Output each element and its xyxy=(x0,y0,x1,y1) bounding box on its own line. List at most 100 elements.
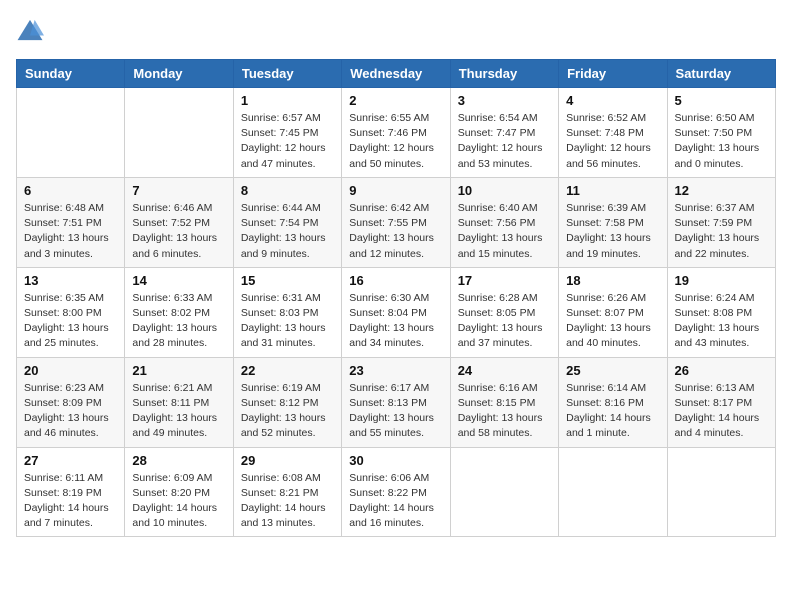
calendar-cell: 16 Sunrise: 6:30 AM Sunset: 8:04 PM Dayli… xyxy=(342,267,450,357)
day-number: 12 xyxy=(675,183,768,198)
day-detail: Sunrise: 6:39 AM Sunset: 7:58 PM Dayligh… xyxy=(566,201,659,262)
calendar-cell xyxy=(667,447,775,537)
day-number: 9 xyxy=(349,183,442,198)
calendar-cell: 12 Sunrise: 6:37 AM Sunset: 7:59 PM Dayli… xyxy=(667,177,775,267)
calendar-cell: 28 Sunrise: 6:09 AM Sunset: 8:20 PM Dayli… xyxy=(125,447,233,537)
day-detail: Sunrise: 6:17 AM Sunset: 8:13 PM Dayligh… xyxy=(349,381,442,442)
calendar-cell: 15Sunrise: 6:31 AM Sunset: 8:03 PM Dayli… xyxy=(233,267,341,357)
day-number: 14 xyxy=(132,273,225,288)
calendar-week-row: 13Sunrise: 6:35 AM Sunset: 8:00 PM Dayli… xyxy=(17,267,776,357)
calendar-cell: 26 Sunrise: 6:13 AM Sunset: 8:17 PM Dayli… xyxy=(667,357,775,447)
weekday-header-saturday: Saturday xyxy=(667,60,775,88)
calendar-cell: 7 Sunrise: 6:46 AM Sunset: 7:52 PM Daylig… xyxy=(125,177,233,267)
day-detail: Sunrise: 6:30 AM Sunset: 8:04 PM Dayligh… xyxy=(349,291,442,352)
calendar-week-row: 6 Sunrise: 6:48 AM Sunset: 7:51 PM Daylig… xyxy=(17,177,776,267)
calendar-cell: 4 Sunrise: 6:52 AM Sunset: 7:48 PM Daylig… xyxy=(559,88,667,178)
calendar-cell xyxy=(559,447,667,537)
calendar-cell: 8 Sunrise: 6:44 AM Sunset: 7:54 PM Daylig… xyxy=(233,177,341,267)
calendar-cell: 25Sunrise: 6:14 AM Sunset: 8:16 PM Dayli… xyxy=(559,357,667,447)
day-number: 18 xyxy=(566,273,659,288)
day-number: 23 xyxy=(349,363,442,378)
calendar-cell: 19 Sunrise: 6:24 AM Sunset: 8:08 PM Dayli… xyxy=(667,267,775,357)
calendar-cell: 23 Sunrise: 6:17 AM Sunset: 8:13 PM Dayli… xyxy=(342,357,450,447)
day-detail: Sunrise: 6:19 AM Sunset: 8:12 PM Dayligh… xyxy=(241,381,334,442)
day-number: 26 xyxy=(675,363,768,378)
day-number: 5 xyxy=(675,93,768,108)
day-detail: Sunrise: 6:37 AM Sunset: 7:59 PM Dayligh… xyxy=(675,201,768,262)
calendar-cell xyxy=(125,88,233,178)
day-detail: Sunrise: 6:24 AM Sunset: 8:08 PM Dayligh… xyxy=(675,291,768,352)
weekday-header-sunday: Sunday xyxy=(17,60,125,88)
weekday-header-thursday: Thursday xyxy=(450,60,558,88)
day-detail: Sunrise: 6:52 AM Sunset: 7:48 PM Dayligh… xyxy=(566,111,659,172)
page-header xyxy=(16,16,776,47)
day-number: 4 xyxy=(566,93,659,108)
day-detail: Sunrise: 6:21 AM Sunset: 8:11 PM Dayligh… xyxy=(132,381,225,442)
calendar-cell: 30Sunrise: 6:06 AM Sunset: 8:22 PM Dayli… xyxy=(342,447,450,537)
day-number: 15 xyxy=(241,273,334,288)
calendar-cell: 2 Sunrise: 6:55 AM Sunset: 7:46 PM Daylig… xyxy=(342,88,450,178)
day-number: 3 xyxy=(458,93,551,108)
day-detail: Sunrise: 6:28 AM Sunset: 8:05 PM Dayligh… xyxy=(458,291,551,352)
day-detail: Sunrise: 6:44 AM Sunset: 7:54 PM Dayligh… xyxy=(241,201,334,262)
calendar-week-row: 27Sunrise: 6:11 AM Sunset: 8:19 PM Dayli… xyxy=(17,447,776,537)
weekday-header-row: SundayMondayTuesdayWednesdayThursdayFrid… xyxy=(17,60,776,88)
day-number: 8 xyxy=(241,183,334,198)
day-number: 7 xyxy=(132,183,225,198)
day-number: 21 xyxy=(132,363,225,378)
logo-icon xyxy=(16,18,44,42)
calendar-cell: 3 Sunrise: 6:54 AM Sunset: 7:47 PM Daylig… xyxy=(450,88,558,178)
day-number: 11 xyxy=(566,183,659,198)
calendar-cell: 24 Sunrise: 6:16 AM Sunset: 8:15 PM Dayli… xyxy=(450,357,558,447)
day-detail: Sunrise: 6:26 AM Sunset: 8:07 PM Dayligh… xyxy=(566,291,659,352)
day-number: 20 xyxy=(24,363,117,378)
calendar-cell: 18 Sunrise: 6:26 AM Sunset: 8:07 PM Dayli… xyxy=(559,267,667,357)
day-number: 1 xyxy=(241,93,334,108)
calendar-week-row: 1 Sunrise: 6:57 AM Sunset: 7:45 PM Daylig… xyxy=(17,88,776,178)
day-number: 27 xyxy=(24,453,117,468)
day-number: 29 xyxy=(241,453,334,468)
day-detail: Sunrise: 6:14 AM Sunset: 8:16 PM Dayligh… xyxy=(566,381,659,442)
day-detail: Sunrise: 6:50 AM Sunset: 7:50 PM Dayligh… xyxy=(675,111,768,172)
day-number: 22 xyxy=(241,363,334,378)
day-detail: Sunrise: 6:08 AM Sunset: 8:21 PM Dayligh… xyxy=(241,471,334,532)
day-number: 2 xyxy=(349,93,442,108)
day-number: 24 xyxy=(458,363,551,378)
weekday-header-friday: Friday xyxy=(559,60,667,88)
calendar-cell: 10 Sunrise: 6:40 AM Sunset: 7:56 PM Dayli… xyxy=(450,177,558,267)
day-detail: Sunrise: 6:13 AM Sunset: 8:17 PM Dayligh… xyxy=(675,381,768,442)
day-detail: Sunrise: 6:33 AM Sunset: 8:02 PM Dayligh… xyxy=(132,291,225,352)
day-detail: Sunrise: 6:40 AM Sunset: 7:56 PM Dayligh… xyxy=(458,201,551,262)
day-detail: Sunrise: 6:57 AM Sunset: 7:45 PM Dayligh… xyxy=(241,111,334,172)
calendar-table: SundayMondayTuesdayWednesdayThursdayFrid… xyxy=(16,59,776,537)
calendar-cell xyxy=(17,88,125,178)
calendar-cell: 29 Sunrise: 6:08 AM Sunset: 8:21 PM Dayli… xyxy=(233,447,341,537)
day-number: 16 xyxy=(349,273,442,288)
day-number: 28 xyxy=(132,453,225,468)
day-detail: Sunrise: 6:23 AM Sunset: 8:09 PM Dayligh… xyxy=(24,381,117,442)
day-detail: Sunrise: 6:46 AM Sunset: 7:52 PM Dayligh… xyxy=(132,201,225,262)
day-number: 10 xyxy=(458,183,551,198)
calendar-cell: 20 Sunrise: 6:23 AM Sunset: 8:09 PM Dayli… xyxy=(17,357,125,447)
day-detail: Sunrise: 6:16 AM Sunset: 8:15 PM Dayligh… xyxy=(458,381,551,442)
calendar-cell: 1 Sunrise: 6:57 AM Sunset: 7:45 PM Daylig… xyxy=(233,88,341,178)
calendar-cell: 27Sunrise: 6:11 AM Sunset: 8:19 PM Dayli… xyxy=(17,447,125,537)
day-number: 30 xyxy=(349,453,442,468)
day-detail: Sunrise: 6:48 AM Sunset: 7:51 PM Dayligh… xyxy=(24,201,117,262)
calendar-cell: 11 Sunrise: 6:39 AM Sunset: 7:58 PM Dayli… xyxy=(559,177,667,267)
day-detail: Sunrise: 6:09 AM Sunset: 8:20 PM Dayligh… xyxy=(132,471,225,532)
calendar-cell: 13Sunrise: 6:35 AM Sunset: 8:00 PM Dayli… xyxy=(17,267,125,357)
calendar-cell: 21 Sunrise: 6:21 AM Sunset: 8:11 PM Dayli… xyxy=(125,357,233,447)
logo xyxy=(16,16,46,47)
day-number: 19 xyxy=(675,273,768,288)
calendar-cell: 9 Sunrise: 6:42 AM Sunset: 7:55 PM Daylig… xyxy=(342,177,450,267)
day-number: 13 xyxy=(24,273,117,288)
calendar-cell: 6 Sunrise: 6:48 AM Sunset: 7:51 PM Daylig… xyxy=(17,177,125,267)
calendar-cell: 5 Sunrise: 6:50 AM Sunset: 7:50 PM Daylig… xyxy=(667,88,775,178)
day-detail: Sunrise: 6:42 AM Sunset: 7:55 PM Dayligh… xyxy=(349,201,442,262)
weekday-header-monday: Monday xyxy=(125,60,233,88)
day-detail: Sunrise: 6:55 AM Sunset: 7:46 PM Dayligh… xyxy=(349,111,442,172)
calendar-cell: 22 Sunrise: 6:19 AM Sunset: 8:12 PM Dayli… xyxy=(233,357,341,447)
day-detail: Sunrise: 6:54 AM Sunset: 7:47 PM Dayligh… xyxy=(458,111,551,172)
day-number: 6 xyxy=(24,183,117,198)
